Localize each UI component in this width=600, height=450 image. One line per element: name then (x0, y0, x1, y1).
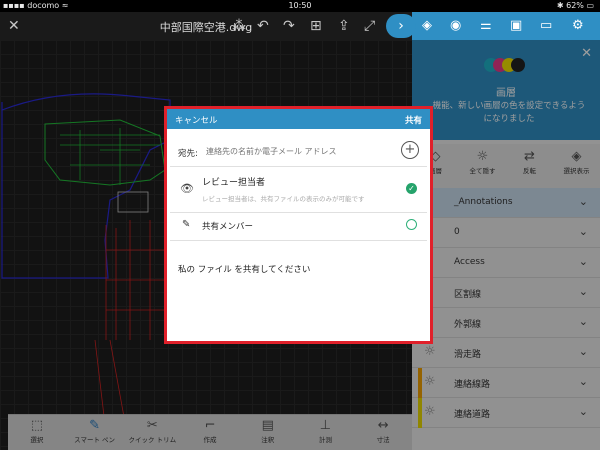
member-label: 共有メンバー (202, 222, 254, 232)
to-label: 宛先: (178, 149, 198, 159)
bluetooth-icon: ✱ (556, 1, 564, 10)
checkmark-icon[interactable]: ✓ (406, 183, 417, 194)
recipient-input[interactable] (206, 147, 396, 156)
share-dialog: キャンセル 共有 宛先: + 👁 レビュー担当者 レビュー担当者は、共有ファイル… (164, 106, 433, 344)
reviewer-subtitle: レビュー担当者は、共有ファイルの表示のみが可能です (202, 195, 365, 203)
external-refs-icon[interactable]: ▭ (540, 18, 552, 34)
member-row[interactable]: ✎ 共有メンバー (170, 213, 427, 241)
reviewer-title: レビュー担当者 (202, 178, 266, 188)
plus-icon: + (404, 142, 416, 157)
radio-button[interactable] (406, 219, 417, 230)
redo-icon[interactable]: ↷ (283, 18, 295, 34)
dialog-header: キャンセル 共有 (167, 109, 430, 129)
file-name: 中部国際空港.dwg (159, 21, 253, 34)
visibility-icon[interactable]: ◉ (450, 18, 461, 34)
clock: 10:50 (288, 1, 312, 10)
grid-view-icon[interactable]: ⊞ (310, 18, 322, 34)
battery: ✱ 62% ▭ (557, 0, 594, 12)
snap-icon[interactable]: ⁂ (232, 18, 246, 34)
gear-icon[interactable]: ⚙ (572, 18, 584, 34)
cancel-button[interactable]: キャンセル (175, 114, 218, 126)
collapse-panel-button[interactable]: › (386, 14, 416, 38)
dialog-body: 宛先: + 👁 レビュー担当者 レビュー担当者は、共有ファイルの表示のみが可能で… (170, 129, 427, 341)
properties-icon[interactable]: ⚌ (480, 18, 492, 34)
chevron-right-icon: › (398, 18, 404, 34)
share-icon[interactable]: ⇪ (338, 18, 350, 34)
battery-label: 62% (566, 1, 584, 10)
pencil-icon: ✎ (182, 219, 191, 230)
recipient-row: 宛先: + (170, 137, 427, 167)
add-contact-button[interactable]: + (401, 141, 419, 159)
battery-icon: ▭ (586, 1, 594, 10)
layers-icon[interactable]: ◈ (422, 18, 432, 34)
undo-icon[interactable]: ↶ (257, 18, 269, 34)
share-message[interactable]: 私の ファイル を共有してください (178, 263, 310, 275)
eye-icon: 👁 (180, 182, 194, 195)
panel-header: ◈ ◉ ⚌ ▣ ▭ ⚙ (412, 12, 600, 40)
share-button[interactable]: 共有 (405, 114, 422, 126)
palette-icon[interactable]: ▣ (510, 18, 522, 34)
reviewer-row[interactable]: 👁 レビュー担当者 レビュー担当者は、共有ファイルの表示のみが可能です ✓ (170, 167, 427, 213)
status-bar: ▪▪▪▪ docomo ≈ 10:50 ✱ 62% ▭ (0, 0, 600, 12)
fullscreen-icon[interactable]: ⤢ (364, 18, 375, 34)
